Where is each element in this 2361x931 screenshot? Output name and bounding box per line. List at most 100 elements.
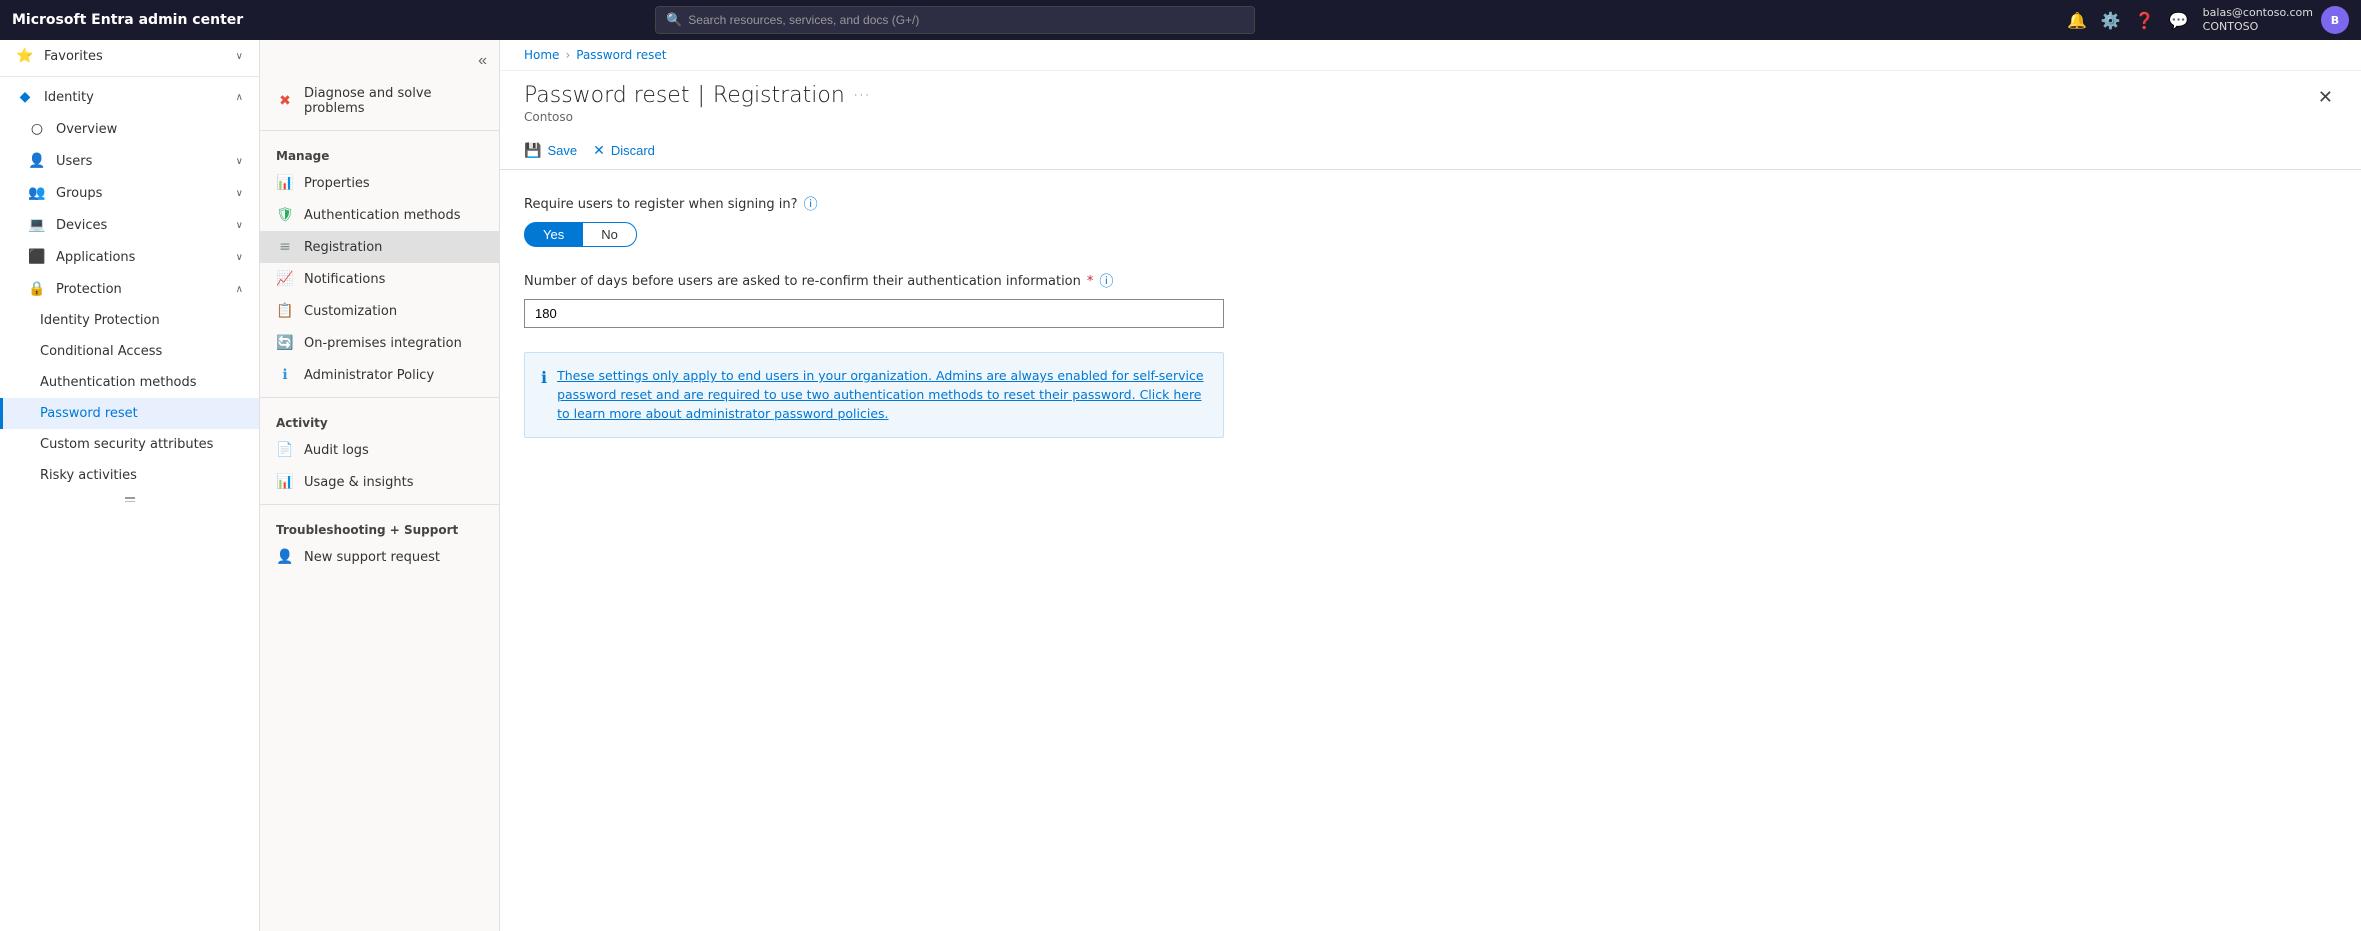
register-info-icon[interactable]: ⓘ: [804, 194, 818, 214]
onpremises-icon: 🔄: [276, 335, 294, 351]
page-title: Password reset | Registration ···: [524, 83, 870, 108]
info-text: These settings only apply to end users i…: [557, 367, 1207, 423]
days-form-group: Number of days before users are asked to…: [524, 271, 2337, 328]
days-input[interactable]: 180: [524, 299, 1224, 328]
chevron-down-icon: ∨: [236, 51, 243, 62]
sidebar-item-identity[interactable]: ◆ Identity ∧: [0, 81, 259, 113]
sidebar-item-auth-methods[interactable]: Authentication methods: [0, 367, 259, 398]
main-layout: ⭐ Favorites ∨ ◆ Identity ∧ ○ Overview 👤 …: [0, 40, 2361, 931]
sidebar-item-devices[interactable]: 💻 Devices ∨: [0, 209, 259, 241]
brand-text: Microsoft Entra admin center: [12, 12, 243, 28]
search-bar[interactable]: 🔍: [655, 6, 1255, 34]
properties-icon: 📊: [276, 175, 294, 191]
sidebar-item-conditional-access[interactable]: Conditional Access: [0, 336, 259, 367]
sidebar-item-label: Identity Protection: [40, 313, 160, 328]
help-icon[interactable]: ❓: [2135, 11, 2155, 30]
inner-nav: « ✖ Diagnose and solve problems Manage 📊…: [260, 40, 500, 931]
sidebar-item-favorites[interactable]: ⭐ Favorites ∨: [0, 40, 259, 72]
sidebar-item-label: Devices: [56, 218, 107, 233]
feedback-icon[interactable]: 💬: [2169, 11, 2189, 30]
nav-item-notifications[interactable]: 📈 Notifications: [260, 263, 499, 295]
sidebar-item-risky-activities[interactable]: Risky activities: [0, 460, 259, 491]
activity-section-label: Activity: [260, 404, 499, 434]
nav-item-new-support[interactable]: 👤 New support request: [260, 541, 499, 573]
sidebar-item-applications[interactable]: ⬛ Applications ∨: [0, 241, 259, 273]
avatar[interactable]: B: [2321, 6, 2349, 34]
search-icon: 🔍: [666, 13, 682, 28]
nav-item-usage-insights[interactable]: 📊 Usage & insights: [260, 466, 499, 498]
devices-icon: 💻: [28, 217, 46, 233]
audit-icon: 📄: [276, 442, 294, 458]
nav-item-label: Usage & insights: [304, 475, 414, 490]
page-header: Password reset | Registration ··· Contos…: [500, 71, 2361, 132]
no-button[interactable]: No: [583, 222, 637, 247]
sidebar-item-overview[interactable]: ○ Overview: [0, 113, 259, 145]
sidebar-item-label: Users: [56, 154, 92, 169]
sidebar-item-label: Groups: [56, 186, 102, 201]
collapse-button[interactable]: «: [478, 52, 487, 70]
notifications-icon: 📈: [276, 271, 294, 287]
nav-item-audit-logs[interactable]: 📄 Audit logs: [260, 434, 499, 466]
support-icon: 👤: [276, 549, 294, 565]
page-ellipsis-menu[interactable]: ···: [853, 85, 870, 106]
sidebar-item-groups[interactable]: 👥 Groups ∨: [0, 177, 259, 209]
nav-item-label: Properties: [304, 176, 370, 191]
groups-icon: 👥: [28, 185, 46, 201]
nav-item-label: Registration: [304, 240, 382, 255]
notification-icon[interactable]: 🔔: [2067, 11, 2087, 30]
nav-item-label: Diagnose and solve problems: [304, 86, 483, 116]
user-email: balas@contoso.com: [2203, 6, 2313, 20]
page-subtitle: Contoso: [524, 110, 870, 124]
chevron-down-icon: ∨: [236, 220, 243, 231]
days-label-text: Number of days before users are asked to…: [524, 274, 1081, 289]
scroll-indicator: [0, 491, 259, 511]
overview-icon: ○: [28, 121, 46, 137]
days-info-icon[interactable]: ⓘ: [1099, 271, 1113, 291]
yes-no-toggle: Yes No: [524, 222, 2337, 247]
register-question-label: Require users to register when signing i…: [524, 194, 2337, 214]
nav-collapse-control[interactable]: «: [260, 48, 499, 78]
identity-icon: ◆: [16, 89, 34, 105]
nav-item-admin-policy[interactable]: ℹ Administrator Policy: [260, 359, 499, 391]
nav-item-on-premises[interactable]: 🔄 On-premises integration: [260, 327, 499, 359]
nav-item-properties[interactable]: 📊 Properties: [260, 167, 499, 199]
info-link[interactable]: These settings only apply to end users i…: [557, 368, 1203, 421]
sidebar-item-label: Overview: [56, 122, 117, 137]
nav-item-label: Administrator Policy: [304, 368, 434, 383]
page-header-left: Password reset | Registration ··· Contos…: [524, 83, 870, 124]
sidebar-item-identity-protection[interactable]: Identity Protection: [0, 305, 259, 336]
content-area: Home › Password reset Password reset | R…: [500, 40, 2361, 931]
chevron-down-icon: ∨: [236, 252, 243, 263]
chevron-down-icon: ∨: [236, 188, 243, 199]
chevron-up-icon: ∧: [236, 284, 243, 295]
sidebar: ⭐ Favorites ∨ ◆ Identity ∧ ○ Overview 👤 …: [0, 40, 260, 931]
topbar: Microsoft Entra admin center 🔍 🔔 ⚙️ ❓ 💬 …: [0, 0, 2361, 40]
nav-item-auth-methods[interactable]: 🛡 Authentication methods: [260, 199, 499, 231]
title-separator: |: [697, 83, 704, 108]
sidebar-item-password-reset[interactable]: Password reset: [0, 398, 259, 429]
user-menu[interactable]: balas@contoso.com CONTOSO B: [2203, 6, 2349, 35]
save-button[interactable]: 💾 Save: [524, 138, 577, 163]
yes-button[interactable]: Yes: [524, 222, 583, 247]
troubleshooting-section-label: Troubleshooting + Support: [260, 511, 499, 541]
page-title-main: Password reset: [524, 83, 689, 108]
nav-item-diagnose[interactable]: ✖ Diagnose and solve problems: [260, 78, 499, 124]
register-question-text: Require users to register when signing i…: [524, 197, 798, 212]
applications-icon: ⬛: [28, 249, 46, 265]
nav-item-customization[interactable]: 📋 Customization: [260, 295, 499, 327]
topbar-icons: 🔔 ⚙️ ❓ 💬 balas@contoso.com CONTOSO B: [2067, 6, 2349, 35]
discard-icon: ✕: [593, 142, 605, 159]
nav-item-label: Audit logs: [304, 443, 369, 458]
breadcrumb-home[interactable]: Home: [524, 48, 559, 62]
sidebar-item-protection[interactable]: 🔒 Protection ∧: [0, 273, 259, 305]
nav-item-registration[interactable]: ≡ Registration: [260, 231, 499, 263]
search-input[interactable]: [688, 13, 1244, 27]
close-button[interactable]: ✕: [2314, 83, 2337, 112]
sidebar-item-label: Applications: [56, 250, 135, 265]
sidebar-item-custom-security[interactable]: Custom security attributes: [0, 429, 259, 460]
sidebar-item-label: Risky activities: [40, 468, 137, 483]
nav-item-label: Customization: [304, 304, 397, 319]
sidebar-item-users[interactable]: 👤 Users ∨: [0, 145, 259, 177]
discard-button[interactable]: ✕ Discard: [593, 138, 655, 163]
settings-icon[interactable]: ⚙️: [2101, 11, 2121, 30]
